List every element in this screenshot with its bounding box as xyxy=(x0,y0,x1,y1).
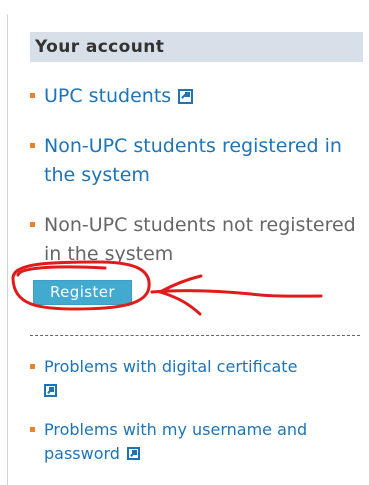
upc-students-label: UPC students xyxy=(44,85,172,107)
upc-students-link[interactable]: UPC students xyxy=(30,82,360,111)
external-link-icon xyxy=(44,384,57,397)
external-link-icon xyxy=(126,447,140,460)
non-upc-registered-link[interactable]: Non-UPC students registered in the syste… xyxy=(30,132,360,190)
dashed-divider xyxy=(30,335,360,336)
non-upc-registered-item: Non-UPC students registered in the syste… xyxy=(30,132,360,190)
username-password-help-link[interactable]: Problems with my username and password xyxy=(30,418,360,466)
non-upc-not-registered-item: Non-UPC students not registered in the s… xyxy=(30,211,360,269)
non-upc-not-registered-label: Non-UPC students not registered in the s… xyxy=(44,214,356,265)
username-password-help-label: Problems with my username and password xyxy=(44,420,308,463)
orange-bullet xyxy=(30,427,35,432)
orange-bullet xyxy=(30,93,35,98)
panel-left-border xyxy=(7,14,8,485)
account-title: Your account xyxy=(35,37,165,57)
digital-certificate-help-label: Problems with digital certificate xyxy=(44,357,298,376)
username-password-help-item: Problems with my username and password xyxy=(30,418,360,466)
upc-students-item: UPC students xyxy=(30,82,360,111)
annotation-arrow xyxy=(150,274,323,316)
account-panel: Your account UPC students Non-UPC studen… xyxy=(0,0,369,485)
orange-bullet xyxy=(30,143,35,148)
digital-certificate-help-link[interactable]: Problems with digital certificate xyxy=(30,355,360,403)
digital-certificate-help-item: Problems with digital certificate xyxy=(30,355,360,403)
orange-bullet xyxy=(30,222,35,227)
account-header: Your account xyxy=(30,32,363,62)
external-link-icon xyxy=(178,89,194,104)
register-button[interactable]: Register xyxy=(33,280,132,305)
orange-bullet xyxy=(30,364,35,369)
